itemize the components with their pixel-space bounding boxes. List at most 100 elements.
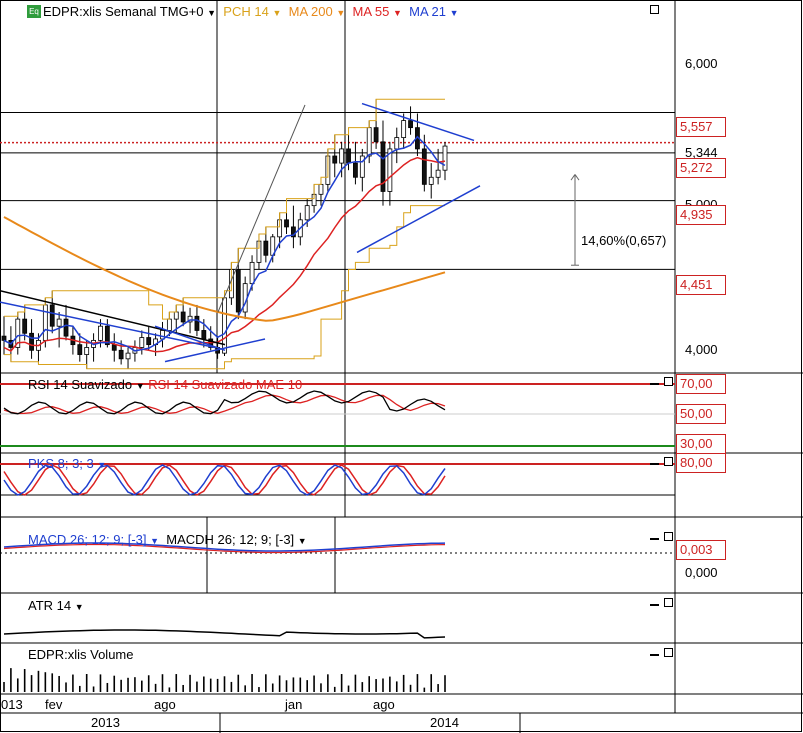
- equity-icon: Eq: [27, 5, 41, 18]
- pch-legend[interactable]: PCH 14: [223, 4, 269, 19]
- candle-body: [63, 318, 69, 337]
- candle-body: [166, 318, 172, 331]
- ma21-legend[interactable]: MA 21: [409, 4, 446, 19]
- outer-frame: [0, 0, 802, 732]
- candle-body: [428, 176, 434, 185]
- candle-body: [304, 205, 310, 221]
- rsi-signal-line: [3, 394, 446, 415]
- pch-dropdown-icon[interactable]: ▼: [272, 8, 281, 18]
- macd-dropdown-icon[interactable]: ▼: [150, 536, 159, 546]
- volume-minimize-icon[interactable]: [650, 648, 659, 656]
- candle-body: [49, 304, 55, 327]
- ma55-dropdown-icon[interactable]: ▼: [393, 8, 402, 18]
- symbol-label[interactable]: EDPR:xlis Semanal TMG+0: [43, 4, 204, 19]
- rsi-level-30: 30,00: [676, 434, 726, 454]
- measure-arrow-head: [570, 174, 576, 181]
- pks-level-80: 80,00: [676, 453, 726, 473]
- macdh-dropdown-icon[interactable]: ▼: [298, 536, 307, 546]
- level-badge-5557: 5,557: [676, 117, 726, 137]
- candle-body: [98, 325, 103, 341]
- macd-label[interactable]: MACD 26; 12; 9; [-3] ▼ MACDH 26; 12; 9; …: [28, 532, 307, 547]
- ma55-legend[interactable]: MA 55: [352, 4, 389, 19]
- atr-minimize-icon[interactable]: [650, 598, 659, 606]
- volume-name: EDPR:xlis Volume: [28, 647, 134, 662]
- wedge-lower: [356, 185, 481, 254]
- candle-body: [84, 347, 90, 355]
- level-badge-4451: 4,451: [676, 275, 726, 295]
- rsi-line: [3, 390, 446, 415]
- macd-maximize-icon[interactable]: [664, 532, 673, 541]
- candle-body: [56, 318, 62, 327]
- year-label-2013: 2013: [91, 715, 120, 730]
- candle-body: [435, 169, 441, 178]
- rsi-minimize-icon[interactable]: [650, 377, 659, 385]
- candle-body: [235, 269, 241, 313]
- candle-body: [194, 315, 200, 331]
- candle-body: [201, 330, 207, 340]
- time-label-ago-2013: ago: [154, 697, 176, 712]
- candle-body: [401, 120, 407, 138]
- candle-body: [29, 332, 34, 351]
- volume-label[interactable]: EDPR:xlis Volume: [28, 647, 133, 662]
- pks-maximize-icon[interactable]: [664, 457, 673, 466]
- candle-body: [394, 137, 400, 150]
- candle-body: [339, 148, 345, 164]
- ma200-dropdown-icon[interactable]: ▼: [336, 8, 345, 18]
- time-label-jan: jan: [285, 697, 303, 712]
- time-label-ago-2014: ago: [373, 697, 395, 712]
- candle-body: [353, 162, 358, 178]
- macd-zero-tick: 0,000: [685, 565, 718, 580]
- pks-label[interactable]: PKS 8; 3; 3 ▼: [28, 456, 106, 471]
- candle-body: [332, 155, 338, 164]
- candle-body: [180, 311, 186, 323]
- rsi-label[interactable]: RSI 14 Suavizado ▼ RSI 14 Suavizado MAE …: [28, 377, 302, 392]
- level-badge-5272: 5,272: [676, 158, 726, 178]
- pks-name: PKS 8; 3; 3: [28, 456, 94, 471]
- measure-arrow-head-2: [574, 174, 580, 181]
- chart-window: Eq EDPR:xlis Semanal TMG+0 ▼ PCH 14 ▼ MA…: [0, 0, 803, 733]
- ma200-legend[interactable]: MA 200: [289, 4, 333, 19]
- macd-minimize-icon[interactable]: [650, 532, 659, 540]
- candle-body: [125, 352, 131, 360]
- rsi-maximize-icon[interactable]: [664, 377, 673, 386]
- measure-annotation: 14,60%(0,657): [581, 233, 667, 248]
- symbol-dropdown-icon[interactable]: ▼: [207, 8, 216, 18]
- rsi-dropdown-icon[interactable]: ▼: [136, 381, 145, 391]
- candle-body: [146, 337, 152, 346]
- candle-body: [442, 145, 448, 171]
- candle-body: [366, 127, 372, 157]
- year-label-2014: 2014: [430, 715, 459, 730]
- atr-line: [3, 629, 446, 639]
- trendline-grey: [217, 104, 306, 313]
- candle-body: [77, 344, 83, 355]
- pks-minimize-icon[interactable]: [650, 457, 659, 465]
- candle-body: [42, 304, 48, 341]
- maximize-icon[interactable]: [650, 5, 659, 14]
- atr-name: ATR 14: [28, 598, 72, 613]
- atr-label[interactable]: ATR 14 ▼: [28, 598, 84, 613]
- candle-body: [249, 261, 255, 285]
- candle-body: [22, 318, 28, 334]
- volume-maximize-icon[interactable]: [664, 648, 673, 657]
- ma21-dropdown-icon[interactable]: ▼: [450, 8, 459, 18]
- atr-dropdown-icon[interactable]: ▼: [75, 602, 84, 612]
- candle-body: [263, 240, 269, 256]
- rsi-signal-name: RSI 14 Suavizado MAE 10: [148, 377, 303, 392]
- candle-body: [139, 337, 145, 348]
- chart-canvas: [0, 0, 803, 733]
- rsi-level-50: 50,00: [676, 404, 726, 424]
- pks-dropdown-icon[interactable]: ▼: [97, 460, 106, 470]
- macd-name: MACD 26; 12; 9; [-3]: [28, 532, 147, 547]
- candle-body: [1, 335, 7, 341]
- candle-body: [408, 120, 413, 129]
- candle-body: [318, 183, 324, 195]
- candle-body: [173, 311, 179, 320]
- macd-value-badge: 0,003: [676, 540, 726, 560]
- candle-body: [373, 127, 379, 143]
- atr-maximize-icon[interactable]: [664, 598, 673, 607]
- pch-upper-line: [4, 98, 445, 320]
- level-badge-4935: 4,935: [676, 205, 726, 225]
- price-tick-4000: 4,000: [685, 342, 718, 357]
- candle-body: [421, 148, 427, 185]
- rsi-name: RSI 14 Suavizado: [28, 377, 133, 392]
